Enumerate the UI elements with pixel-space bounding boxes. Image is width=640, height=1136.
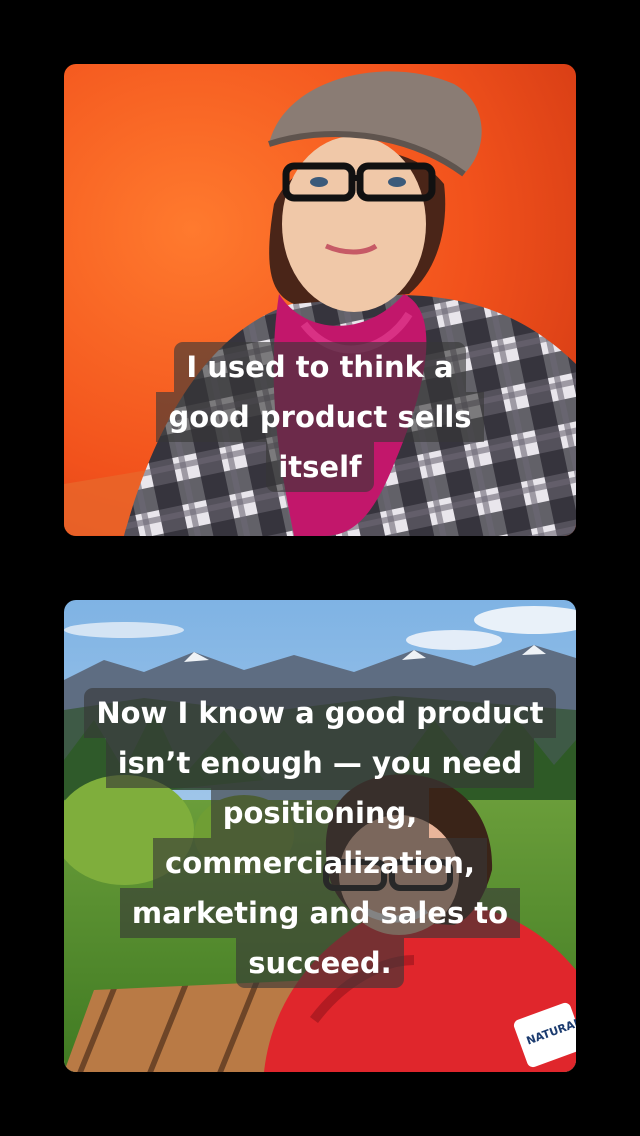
caption-line: good product sells	[156, 392, 484, 442]
caption-line: I used to think a	[174, 342, 466, 392]
caption-line: succeed.	[236, 938, 404, 988]
caption-line: itself	[266, 442, 374, 492]
slide-caption: Now I know a good product isn’t enough —…	[64, 688, 576, 988]
slide-card-1: I used to think a good product sells its…	[64, 64, 576, 536]
caption-line: isn’t enough — you need	[105, 738, 535, 788]
caption-line: positioning,	[210, 788, 430, 838]
slide-caption: I used to think a good product sells its…	[64, 342, 576, 492]
slide-card-2: NATURAL Now I know a good product isn’t …	[64, 600, 576, 1072]
caption-line: commercialization,	[153, 838, 487, 888]
caption-line: Now I know a good product	[84, 688, 556, 738]
caption-line: marketing and sales to	[119, 888, 521, 938]
